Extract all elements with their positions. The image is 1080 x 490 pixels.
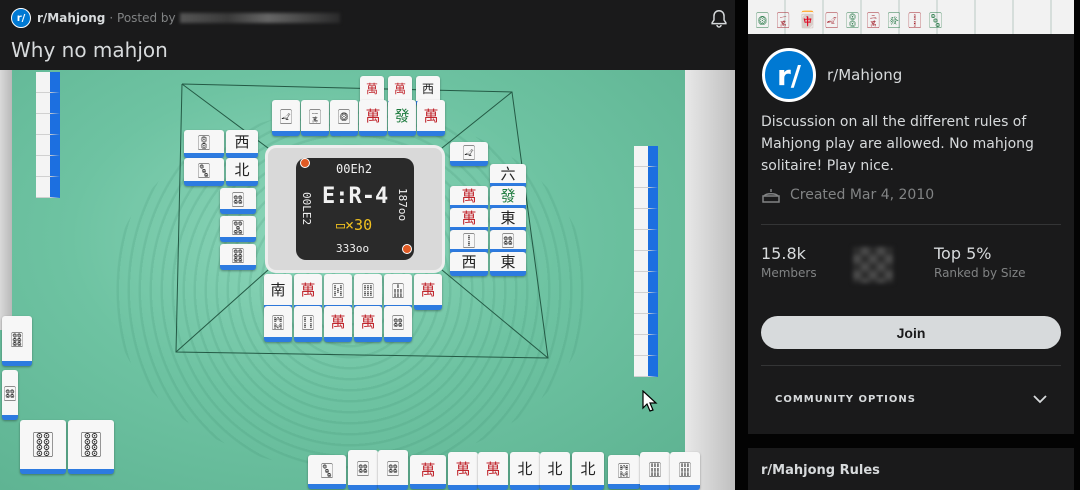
- round-indicator: E:R-4: [322, 184, 389, 209]
- tile: 發: [388, 100, 416, 136]
- tile: 🀕: [354, 274, 382, 310]
- cake-icon: [762, 189, 780, 203]
- score-panel: 00Eh2 00LE2 187oo E:R-4 ▭×30 333oo: [268, 148, 442, 270]
- tile: 萬: [359, 100, 387, 136]
- tile: 萬: [417, 100, 445, 136]
- tile: 東: [490, 208, 526, 232]
- tile: 🀓: [294, 306, 322, 342]
- hand-tile: 🀜: [378, 450, 408, 490]
- community-options-label: COMMUNITY OPTIONS: [775, 393, 916, 405]
- score-right: 187oo: [396, 188, 409, 222]
- join-button[interactable]: Join: [761, 316, 1061, 349]
- community-description: Discussion on all the different rules of…: [761, 114, 1034, 174]
- hand-tile: 🀜: [348, 450, 378, 490]
- tile: 🀝: [220, 216, 256, 242]
- tile-wall-left: [36, 72, 60, 198]
- created-label: Created Mar 4, 2010: [790, 187, 935, 203]
- community-icon[interactable]: r/: [762, 48, 816, 102]
- hand-tile: 萬: [448, 452, 478, 490]
- tile: 東: [490, 252, 526, 276]
- tile: 萬: [450, 208, 488, 232]
- author-redacted: [179, 13, 340, 23]
- hand-tile: 北: [540, 452, 570, 490]
- tile: 萬: [294, 274, 322, 310]
- tile: 萬: [324, 306, 352, 342]
- members-count: 15.8k: [761, 244, 806, 263]
- tile: 🀛: [184, 158, 224, 186]
- rules-card: r/Mahjong Rules: [748, 448, 1074, 490]
- community-banner: 🀙 🀇 🀄 🀐 🀚 🀈 🀅 🀑 🀛: [748, 0, 1074, 34]
- tile: 🀐: [450, 142, 488, 166]
- tile: 萬: [354, 306, 382, 342]
- divider: [761, 365, 1061, 366]
- subreddit-link[interactable]: r/Mahjong: [37, 11, 105, 25]
- score-bottom: 333oo: [336, 242, 370, 255]
- hand-tile: 北: [572, 452, 604, 490]
- rank-value: Top 5%: [934, 244, 992, 263]
- rules-title[interactable]: r/Mahjong Rules: [761, 463, 880, 478]
- round-display: 00Eh2 00LE2 187oo E:R-4 ▭×30 333oo: [296, 158, 414, 260]
- tile: 🀗: [264, 306, 292, 342]
- online-count-redacted: [853, 247, 893, 283]
- tile: 🀖: [384, 274, 412, 310]
- tile: 西: [450, 252, 488, 276]
- post-header: r/ r/Mahjong · Posted by: [0, 0, 735, 36]
- hand-tile: 🀘: [640, 452, 670, 490]
- tile: 🀜: [220, 188, 256, 214]
- tile: 🀜: [2, 370, 18, 420]
- hand-tile: 🀠: [68, 420, 114, 474]
- tile-wall-right: [634, 146, 658, 377]
- tile: 🀜: [384, 306, 412, 342]
- hand-tile: 🀛: [308, 455, 346, 489]
- score-left: 00LE2: [300, 192, 313, 226]
- hand-tile: 萬: [410, 455, 446, 489]
- tile: 🀐: [272, 100, 300, 136]
- tile: 🀚: [184, 130, 224, 158]
- tile: 🀞: [220, 244, 256, 270]
- tile: 🀇: [301, 100, 329, 136]
- dealer-marker: [300, 158, 310, 168]
- tile: 🀞: [2, 316, 32, 366]
- community-name[interactable]: r/Mahjong: [827, 66, 902, 84]
- post-image[interactable]: 萬 萬 西 🀐 🀇 🀙 萬 發 萬 🀚 西 🀛 北 🀜 🀝 🀞 🀐 六 萬 發 …: [0, 70, 735, 490]
- post-title[interactable]: Why no mahjon: [11, 38, 168, 62]
- score-top: 00Eh2: [336, 162, 373, 176]
- honba-counter: ▭×30: [336, 216, 373, 234]
- hand-tile: 北: [510, 452, 540, 490]
- members-label: Members: [761, 266, 817, 280]
- divider: [761, 224, 1061, 225]
- dealer-marker: [402, 244, 412, 254]
- tile: 南: [264, 274, 292, 310]
- tile: 西: [226, 130, 258, 158]
- tile: 🀙: [330, 100, 358, 136]
- community-card: r/ r/Mahjong Discussion on all the diffe…: [748, 34, 1074, 434]
- hand-tile: 🀗: [608, 455, 640, 489]
- created-date: Created Mar 4, 2010: [762, 187, 934, 203]
- hand-tile: 萬: [478, 452, 508, 490]
- post-card: r/ r/Mahjong · Posted by Why no mahjon 萬…: [0, 0, 735, 490]
- chevron-down-icon: [1033, 394, 1047, 403]
- community-options-toggle[interactable]: COMMUNITY OPTIONS: [761, 384, 1061, 414]
- hand-tile: 🀠: [20, 420, 66, 474]
- mouse-cursor-icon: [642, 390, 658, 412]
- banner-tiles: 🀙 🀇 🀄 🀐 🀚 🀈 🀅 🀑 🀛: [756, 10, 942, 29]
- subreddit-icon[interactable]: r/: [11, 8, 31, 28]
- hand-tile: 🀘: [670, 452, 700, 490]
- bell-icon[interactable]: [708, 8, 730, 30]
- posted-by-label: · Posted by: [109, 11, 176, 25]
- tile: 萬: [414, 274, 442, 310]
- tile: 北: [226, 158, 258, 186]
- rank-label: Ranked by Size: [934, 266, 1026, 280]
- tile: 🀔: [324, 274, 352, 310]
